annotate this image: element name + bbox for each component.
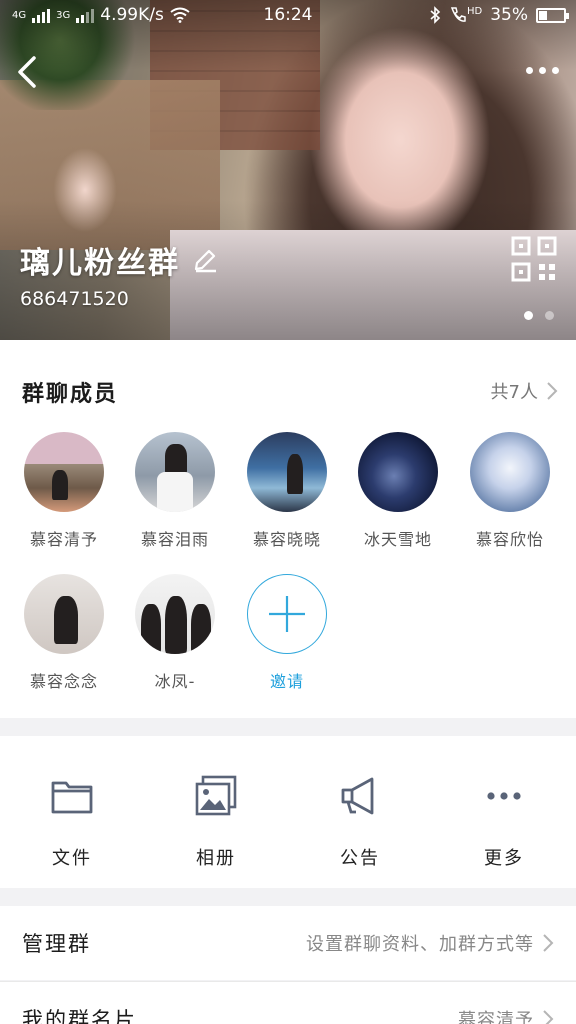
more-dot	[538, 66, 546, 74]
members-title: 群聊成员	[22, 382, 119, 407]
album-label: 相册	[196, 848, 236, 869]
files-button[interactable]: 文件	[0, 736, 144, 888]
back-button[interactable]	[12, 52, 46, 92]
megaphone-icon	[341, 777, 374, 815]
folder-icon	[51, 781, 93, 814]
members-count: 共7人	[490, 382, 538, 403]
member-name: 慕容晓晓	[252, 530, 321, 549]
members-count-link[interactable]: 共7人	[491, 378, 558, 404]
chevron-right-icon	[543, 934, 554, 952]
member-name: 慕容欣怡	[475, 530, 544, 549]
my-card-row[interactable]: 我的群名片 慕容清予	[0, 981, 576, 1024]
member-name: 冰天雪地	[363, 530, 432, 549]
invite-button[interactable]: 邀请	[237, 574, 337, 692]
my-card-value: 慕容清予	[458, 1009, 534, 1024]
member-avatar	[24, 574, 104, 654]
more-dots-icon	[487, 792, 521, 800]
more-button[interactable]: 更多	[432, 736, 576, 888]
bluetooth-icon	[430, 6, 441, 24]
plus-icon	[269, 596, 305, 632]
invite-avatar	[247, 574, 327, 654]
phone-hd-icon	[450, 7, 466, 22]
album-icon	[195, 775, 237, 816]
announcement-label: 公告	[340, 848, 380, 869]
member-item[interactable]: 冰凤-	[125, 574, 225, 692]
manage-group-row[interactable]: 管理群 设置群聊资料、加群方式等	[0, 906, 576, 980]
battery-fill	[539, 10, 548, 20]
member-name: 冰凤-	[154, 672, 196, 691]
member-name: 慕容念念	[29, 672, 98, 691]
member-name: 慕容清予	[29, 530, 98, 549]
chevron-right-icon	[543, 1009, 554, 1024]
quick-actions: 文件 相册 公告 更多	[0, 736, 576, 888]
member-avatar	[247, 432, 327, 512]
member-item[interactable]: 冰天雪地	[348, 432, 448, 550]
member-item[interactable]: 慕容欣怡	[460, 432, 560, 550]
back-arrow-icon	[18, 56, 36, 88]
invite-label: 邀请	[269, 672, 304, 691]
members-section: 群聊成员 共7人 慕容清予 慕容泪雨 慕容晓晓 冰天雪地 慕容欣怡 慕容念念 冰…	[0, 340, 576, 718]
carousel-indicator	[524, 311, 554, 320]
album-button[interactable]: 相册	[144, 736, 288, 888]
battery-icon	[536, 7, 569, 23]
qr-code-button[interactable]	[510, 235, 558, 283]
status-bar: 4G 3G 4.99K/s 16:24 HD 35%	[0, 0, 576, 30]
qr-code-icon	[511, 236, 557, 282]
member-avatar	[135, 574, 215, 654]
group-name: 璃儿粉丝群	[20, 246, 180, 281]
chevron-right-icon	[547, 382, 558, 400]
member-avatar	[135, 432, 215, 512]
my-card-value-wrap: 慕容清予	[458, 1006, 554, 1024]
manage-group-value: 设置群聊资料、加群方式等	[306, 934, 534, 955]
member-name: 慕容泪雨	[140, 530, 209, 549]
more-menu-button[interactable]	[522, 58, 562, 82]
more-dot	[551, 66, 559, 74]
more-label: 更多	[484, 848, 524, 869]
member-item[interactable]: 慕容晓晓	[237, 432, 337, 550]
carousel-dot-active	[524, 311, 533, 320]
member-item[interactable]: 慕容念念	[14, 574, 114, 692]
group-name-row[interactable]: 璃儿粉丝群	[20, 238, 218, 282]
my-card-title: 我的群名片	[22, 1007, 137, 1024]
member-avatar	[470, 432, 550, 512]
hd-label: HD	[466, 5, 483, 17]
member-avatar	[24, 432, 104, 512]
manage-group-value-wrap: 设置群聊资料、加群方式等	[306, 930, 554, 956]
manage-group-title: 管理群	[22, 932, 91, 956]
group-cover-image: 4G 3G 4.99K/s 16:24 HD 35% 璃儿粉丝群 6864715…	[0, 0, 576, 340]
announcement-button[interactable]: 公告	[288, 736, 432, 888]
member-avatar	[358, 432, 438, 512]
more-dot	[525, 66, 533, 74]
battery-percent: 35%	[490, 5, 528, 25]
edit-icon[interactable]	[192, 247, 218, 273]
files-label: 文件	[52, 848, 92, 869]
group-id: 686471520	[20, 288, 129, 310]
carousel-dot	[545, 311, 554, 320]
member-item[interactable]: 慕容泪雨	[125, 432, 225, 550]
member-item[interactable]: 慕容清予	[14, 432, 114, 550]
